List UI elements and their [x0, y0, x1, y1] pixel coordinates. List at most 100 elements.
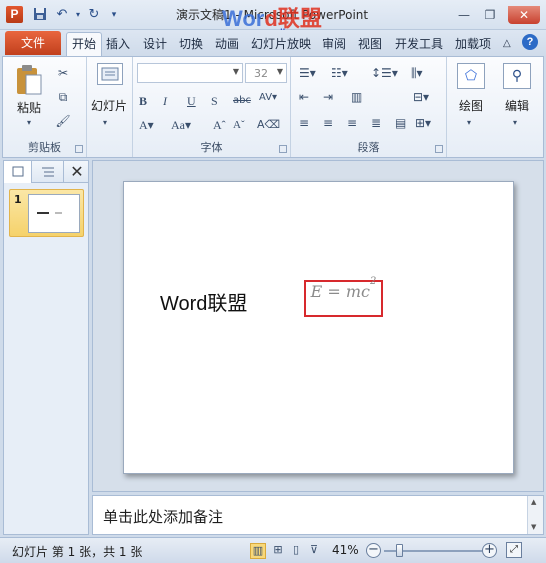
shadow-icon[interactable]: S	[211, 93, 218, 109]
clipboard-group: 粘贴 ▾ ✂ ⧉ 🖌 剪贴板	[3, 57, 87, 157]
powerpoint-app-icon[interactable]: P	[6, 6, 23, 23]
close-button[interactable]: ✕	[508, 6, 540, 24]
reading-view-icon[interactable]: ▯	[288, 543, 304, 559]
distributed-icon[interactable]: ▤	[395, 115, 406, 131]
paste-icon[interactable]	[15, 63, 43, 97]
clipboard-launcher-icon[interactable]	[75, 145, 83, 153]
customize-toolbar-icon[interactable]: ▾	[106, 7, 122, 23]
increase-indent-icon[interactable]: ⇥	[323, 89, 333, 105]
tab-file[interactable]: 文件	[5, 31, 61, 55]
slide-sorter-view-icon[interactable]: ⊞	[270, 543, 286, 559]
slide-thumbnail[interactable]	[28, 194, 80, 233]
repeat-icon[interactable]: ↻	[86, 7, 102, 23]
align-left-icon[interactable]: ≡	[299, 115, 309, 131]
italic-icon[interactable]: I	[163, 93, 167, 109]
minimize-ribbon-icon[interactable]: △	[503, 34, 511, 54]
columns-icon[interactable]: ▥	[351, 89, 362, 105]
ribbon: 粘贴 ▾ ✂ ⧉ 🖌 剪贴板 幻灯片 ▾ ▼ 32 ▼ B I U S abc A…	[2, 56, 544, 158]
tab-slides[interactable]	[4, 161, 32, 183]
font-size-select[interactable]: 32 ▼	[245, 63, 287, 83]
slideshow-view-icon[interactable]: ⊽	[306, 543, 322, 559]
cut-icon[interactable]: ✂	[55, 65, 71, 81]
paste-label[interactable]: 粘贴	[17, 99, 41, 116]
save-icon[interactable]	[32, 7, 48, 23]
format-painter-icon[interactable]: 🖌	[55, 113, 71, 129]
slide-canvas[interactable]: Word联盟 E = mc2	[123, 181, 514, 474]
line-spacing-icon[interactable]: ↕☰▾	[371, 65, 398, 81]
equation-highlight-box[interactable]: E = mc2	[304, 276, 383, 317]
align-center-icon[interactable]: ≡	[323, 115, 333, 131]
justify-icon[interactable]: ≣	[371, 115, 381, 131]
restore-button[interactable]: ❐	[478, 6, 502, 24]
copy-icon[interactable]: ⧉	[55, 89, 71, 105]
font-launcher-icon[interactable]	[279, 145, 287, 153]
underline-icon[interactable]: U	[187, 93, 196, 109]
bold-icon[interactable]: B	[139, 93, 147, 109]
tab-outline[interactable]	[32, 161, 64, 183]
text-direction-icon[interactable]: ⫼▾	[411, 65, 423, 81]
grow-font-icon[interactable]: Aˆ	[213, 117, 226, 133]
drawing-label[interactable]: 绘图	[459, 97, 483, 114]
tab-home[interactable]: 开始	[66, 32, 103, 56]
undo-dropdown-icon[interactable]: ▾	[70, 7, 86, 23]
title-bar: P ↶ ▾ ↻ ▾ 演示文稿1 - Microsoft PowerPoint W…	[0, 0, 546, 40]
tab-animations[interactable]: 动画	[215, 34, 239, 54]
zoom-level[interactable]: 41%	[332, 543, 359, 557]
editing-dropdown-icon[interactable]: ▾	[513, 115, 517, 131]
character-spacing-icon[interactable]: AV▾	[259, 90, 277, 106]
paste-dropdown-icon[interactable]: ▾	[27, 115, 31, 131]
paragraph-launcher-icon[interactable]	[435, 145, 443, 153]
strikethrough-icon[interactable]: abc	[233, 93, 251, 109]
thumbnail-equation-mark	[55, 212, 62, 214]
drawing-group: ⬠ 绘图 ▾	[447, 57, 495, 157]
notes-pane[interactable]: 单击此处添加备注 ▲ ▼	[92, 495, 544, 535]
align-text-icon[interactable]: ⊟▾	[413, 89, 429, 105]
tab-design[interactable]: 设计	[143, 34, 167, 54]
align-right-icon[interactable]: ≡	[347, 115, 357, 131]
slide-textbox[interactable]: Word联盟	[160, 287, 247, 316]
equation[interactable]: E = mc2	[306, 276, 381, 315]
minimize-button[interactable]: —	[452, 6, 476, 24]
tab-insert[interactable]: 插入	[106, 34, 130, 54]
shrink-font-icon[interactable]: Aˇ	[233, 117, 245, 133]
font-name-select[interactable]: ▼	[137, 63, 243, 83]
new-slide-label[interactable]: 幻灯片	[91, 97, 127, 114]
clear-formatting-icon[interactable]: A⌫	[257, 117, 280, 133]
slides-group: 幻灯片 ▾	[87, 57, 133, 157]
shapes-icon[interactable]: ⬠	[457, 63, 485, 89]
scroll-down-icon[interactable]: ▼	[531, 523, 536, 531]
tab-slideshow[interactable]: 幻灯片放映	[251, 34, 311, 54]
zoom-in-icon[interactable]: +	[482, 543, 497, 558]
normal-view-icon[interactable]: ▥	[250, 543, 266, 559]
zoom-slider-thumb[interactable]	[396, 544, 403, 557]
decrease-indent-icon[interactable]: ⇤	[299, 89, 309, 105]
pane-tabs: ✕	[4, 161, 88, 183]
tab-addins[interactable]: 加载项	[455, 34, 491, 54]
notes-placeholder[interactable]: 单击此处添加备注	[103, 506, 223, 527]
tab-review[interactable]: 审阅	[322, 34, 346, 54]
bullets-icon[interactable]: ☰▾	[299, 65, 316, 81]
change-case-icon[interactable]: Aa▾	[171, 117, 191, 133]
new-slide-dropdown-icon[interactable]: ▾	[103, 115, 107, 131]
close-pane-icon[interactable]: ✕	[66, 161, 88, 183]
scroll-up-icon[interactable]: ▲	[531, 498, 536, 506]
tab-view[interactable]: 视图	[358, 34, 382, 54]
notes-scrollbar[interactable]: ▲ ▼	[527, 496, 543, 534]
binoculars-icon[interactable]: ⚲	[503, 63, 531, 89]
clipboard-group-label: 剪贴板	[28, 141, 61, 154]
fit-to-window-icon[interactable]: ⤢	[506, 542, 522, 558]
text-effects-icon[interactable]: A▾	[139, 117, 154, 133]
drawing-dropdown-icon[interactable]: ▾	[467, 115, 471, 131]
help-icon[interactable]: ?	[522, 34, 538, 50]
zoom-out-icon[interactable]: −	[366, 543, 381, 558]
new-slide-icon[interactable]	[97, 63, 123, 85]
equation-base: E = mc	[310, 282, 370, 301]
tab-transitions[interactable]: 切换	[179, 34, 203, 54]
tab-developer[interactable]: 开发工具	[395, 34, 443, 54]
slide-thumbnail-selected[interactable]: 1	[9, 189, 84, 237]
smartart-icon[interactable]: ⊞▾	[415, 115, 431, 131]
paragraph-group-label: 段落	[357, 141, 380, 154]
undo-icon[interactable]: ↶	[54, 7, 70, 23]
numbering-icon[interactable]: ☷▾	[331, 65, 348, 81]
editing-label[interactable]: 编辑	[505, 97, 529, 114]
